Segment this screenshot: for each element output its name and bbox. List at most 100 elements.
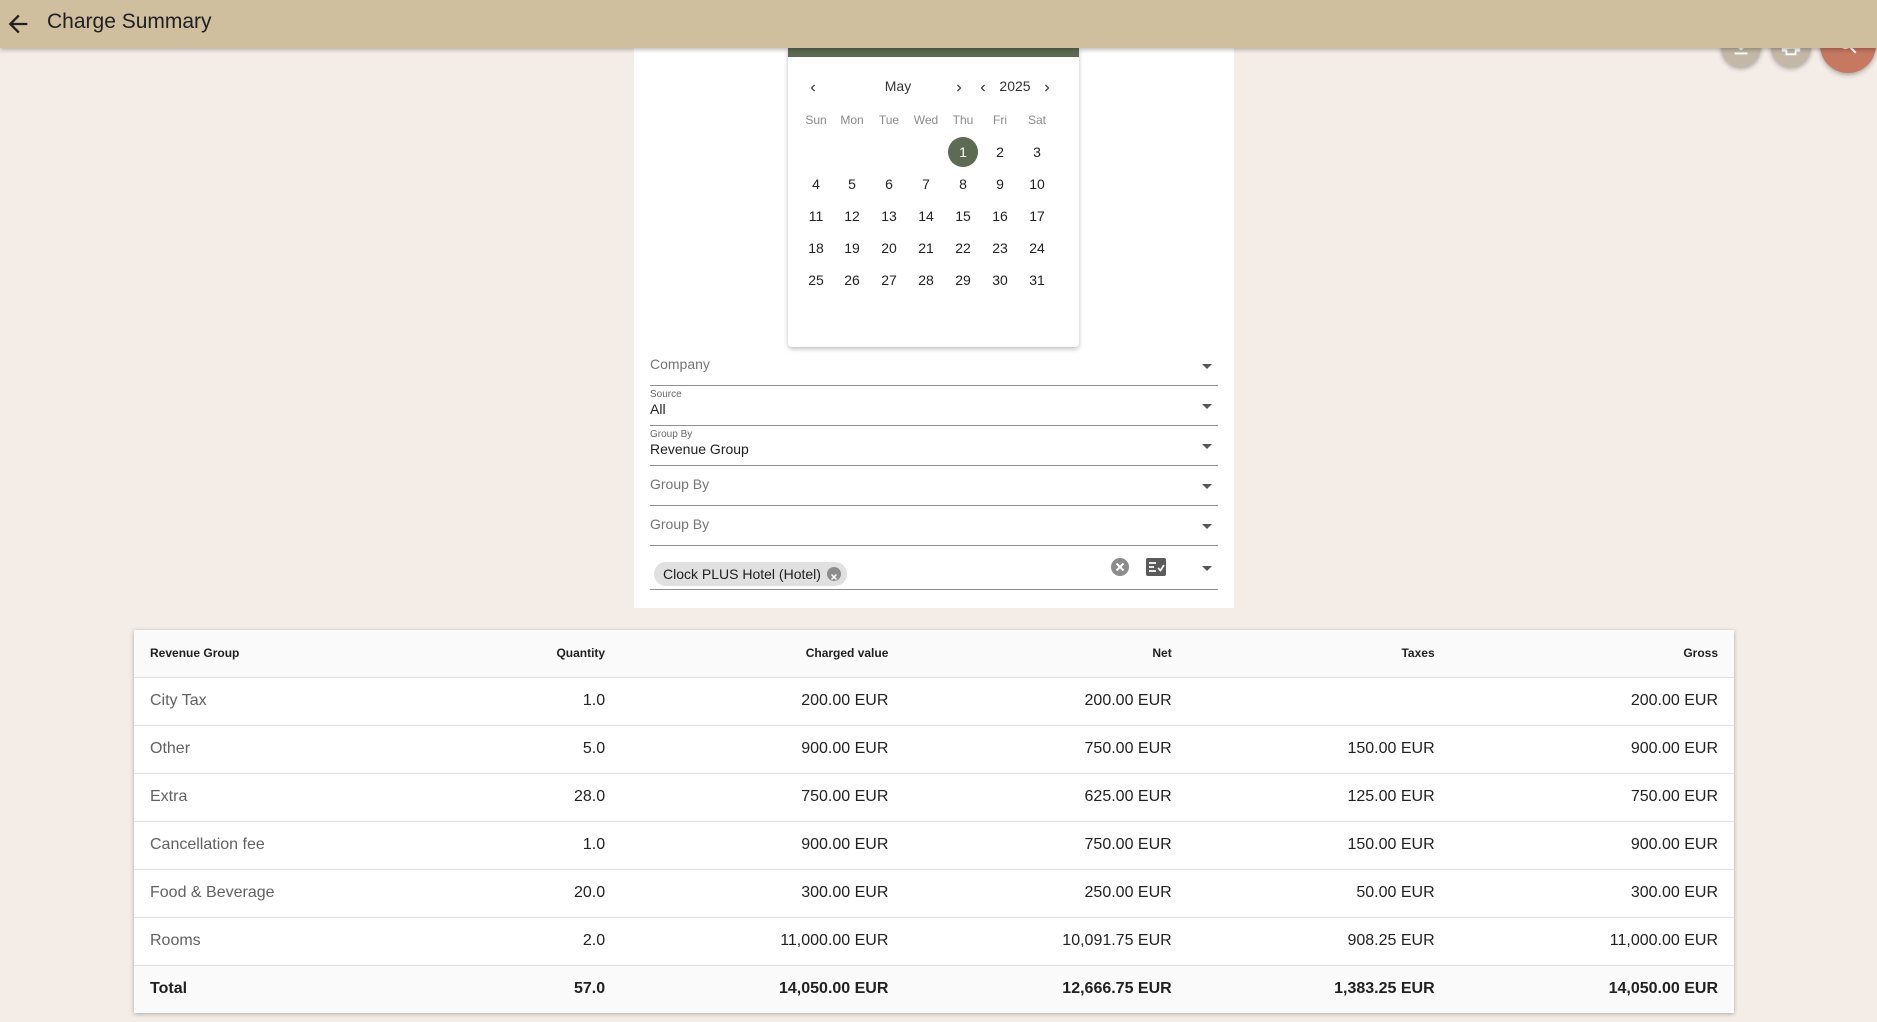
- calendar-day[interactable]: 30: [985, 265, 1015, 295]
- group-by-select-3[interactable]: Group By: [650, 506, 1218, 546]
- table-row: Extra 28.0 750.00 EUR 625.00 EUR 125.00 EUR 7…: [134, 773, 1734, 822]
- group-by-select-1[interactable]: Group By Revenue Group: [650, 426, 1218, 466]
- next-month-button[interactable]: [949, 78, 969, 98]
- total-row: Total 57.0 14,050.00 EUR 12,666.75 EUR 1,383…: [134, 965, 1734, 1013]
- calendar-day[interactable]: 21: [911, 233, 941, 263]
- calendar-day[interactable]: 25: [801, 265, 831, 295]
- calendar-day[interactable]: 9: [985, 169, 1015, 199]
- prev-month-button[interactable]: [803, 78, 823, 98]
- calendar-day[interactable]: 13: [874, 201, 904, 231]
- company-select[interactable]: Company: [650, 346, 1218, 386]
- column-header[interactable]: Quantity: [439, 630, 622, 678]
- table-cell: 28.0: [439, 773, 622, 822]
- calendar-day[interactable]: 2: [985, 137, 1015, 167]
- calendar-day[interactable]: 18: [801, 233, 831, 263]
- calendar-day-selected[interactable]: 1: [948, 137, 978, 167]
- chevron-left-icon: [980, 84, 985, 92]
- dropdown-arrow-icon: [1202, 404, 1212, 409]
- group-by-label: Group By: [650, 429, 693, 440]
- calendar-day[interactable]: 29: [948, 265, 978, 295]
- calendar-day[interactable]: 3: [1022, 137, 1052, 167]
- table-cell: 300.00 EUR: [1450, 869, 1734, 918]
- dropdown-arrow-icon: [1202, 484, 1212, 489]
- select-all-icon[interactable]: [1144, 555, 1168, 579]
- table-cell: 200.00 EUR: [621, 677, 905, 726]
- calendar-day[interactable]: 26: [837, 265, 867, 295]
- source-label: Source: [650, 389, 682, 400]
- table-cell: 1.0: [439, 677, 622, 726]
- calendar-day[interactable]: 20: [874, 233, 904, 263]
- column-header[interactable]: Gross: [1450, 630, 1734, 678]
- dropdown-arrow-icon: [1202, 566, 1212, 571]
- calendar-day[interactable]: 19: [837, 233, 867, 263]
- calendar-day[interactable]: 8: [948, 169, 978, 199]
- calendar-day[interactable]: 24: [1022, 233, 1052, 263]
- property-select[interactable]: Clock PLUS Hotel (Hotel): [650, 546, 1218, 590]
- calendar-day[interactable]: 11: [801, 201, 831, 231]
- total-cell: 1,383.25 EUR: [1187, 965, 1451, 1013]
- calendar-day[interactable]: 5: [837, 169, 867, 199]
- calendar-day[interactable]: 14: [911, 201, 941, 231]
- table-cell: 50.00 EUR: [1187, 869, 1451, 918]
- group-by-select-2[interactable]: Group By: [650, 466, 1218, 506]
- date-picker: May 2025 Sun Mon Tue Wed Thu Fri Sat 123456789…: [788, 48, 1079, 347]
- total-cell: 14,050.00 EUR: [1450, 965, 1734, 1013]
- property-chip: Clock PLUS Hotel (Hotel): [654, 562, 847, 586]
- calendar-day[interactable]: 16: [985, 201, 1015, 231]
- chevron-right-icon: [957, 84, 962, 92]
- table-cell: 200.00 EUR: [1450, 677, 1734, 726]
- filter-panel: May 2025 Sun Mon Tue Wed Thu Fri Sat 123456789…: [634, 48, 1234, 608]
- back-arrow-icon[interactable]: [4, 10, 32, 38]
- table-cell: 250.00 EUR: [904, 869, 1188, 918]
- year-label[interactable]: 2025: [993, 78, 1037, 98]
- calendar-day[interactable]: 12: [837, 201, 867, 231]
- calendar-day[interactable]: 4: [801, 169, 831, 199]
- calendar-day[interactable]: 15: [948, 201, 978, 231]
- table-row: Cancellation fee 1.0 900.00 EUR 750.00 EUR 1…: [134, 821, 1734, 870]
- source-select[interactable]: Source All: [650, 386, 1218, 426]
- table-cell: 750.00 EUR: [1450, 773, 1734, 822]
- table-cell: 900.00 EUR: [621, 725, 905, 774]
- calendar-day[interactable]: 27: [874, 265, 904, 295]
- table-row: Rooms 2.0 11,000.00 EUR 10,091.75 EUR 908.25…: [134, 917, 1734, 966]
- calendar-day[interactable]: 17: [1022, 201, 1052, 231]
- column-header[interactable]: Charged value: [621, 630, 905, 678]
- weekday-header: Sun: [805, 113, 827, 127]
- table-cell: 200.00 EUR: [904, 677, 1188, 726]
- clear-selection-icon[interactable]: [1110, 557, 1130, 577]
- column-header[interactable]: Taxes: [1187, 630, 1451, 678]
- calendar-day[interactable]: 23: [985, 233, 1015, 263]
- table-row: Other 5.0 900.00 EUR 750.00 EUR 150.00 EUR 90…: [134, 725, 1734, 774]
- calendar-day[interactable]: 7: [911, 169, 941, 199]
- weekday-header: Sat: [1027, 113, 1046, 127]
- table-cell: 125.00 EUR: [1187, 773, 1451, 822]
- month-label[interactable]: May: [873, 78, 923, 98]
- group-by-placeholder: Group By: [650, 516, 710, 532]
- charge-summary-table: Revenue Group Quantity Charged value Net Tax…: [134, 630, 1734, 1013]
- charge-summary-table-card: Revenue Group Quantity Charged value Net Tax…: [134, 630, 1734, 1013]
- prev-year-button[interactable]: [973, 78, 993, 98]
- table-cell: 908.25 EUR: [1187, 917, 1451, 966]
- group-by-value: Revenue Group: [650, 441, 749, 457]
- dropdown-arrow-icon: [1202, 364, 1212, 369]
- table-cell: 900.00 EUR: [621, 821, 905, 870]
- next-year-button[interactable]: [1037, 78, 1057, 98]
- property-chip-label: Clock PLUS Hotel (Hotel): [663, 566, 821, 582]
- table-cell: 150.00 EUR: [1187, 821, 1451, 870]
- table-cell: 11,000.00 EUR: [621, 917, 905, 966]
- total-cell: 14,050.00 EUR: [621, 965, 905, 1013]
- chevron-left-icon: [810, 84, 815, 92]
- table-cell: [1187, 677, 1451, 726]
- calendar-day[interactable]: 28: [911, 265, 941, 295]
- chip-remove-icon[interactable]: [826, 567, 841, 581]
- table-cell: 20.0: [439, 869, 622, 918]
- calendar-day[interactable]: 31: [1022, 265, 1052, 295]
- weekday-header: Mon: [840, 113, 864, 127]
- column-header[interactable]: Net: [904, 630, 1188, 678]
- revenue-group-cell: Extra: [134, 773, 440, 822]
- column-header[interactable]: Revenue Group: [134, 630, 440, 678]
- calendar-day[interactable]: 6: [874, 169, 904, 199]
- calendar-day[interactable]: 22: [948, 233, 978, 263]
- calendar-day[interactable]: 10: [1022, 169, 1052, 199]
- table-cell: 750.00 EUR: [904, 725, 1188, 774]
